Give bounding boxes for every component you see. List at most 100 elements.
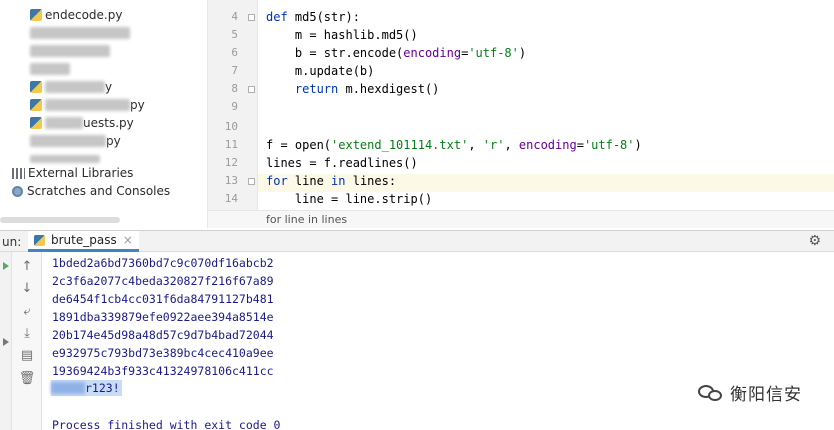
line-number: 5 [231, 28, 238, 41]
code-string: 'utf-8' [583, 138, 635, 152]
code-string: 'r' [482, 138, 505, 152]
tree-item-blurred-1[interactable] [30, 24, 130, 42]
arrow-up-icon[interactable]: ↑ [18, 258, 36, 276]
tree-item-endecode[interactable]: endecode.py [30, 6, 122, 24]
line-number: 13 [224, 174, 238, 187]
code-param: encoding [518, 138, 577, 152]
code-line-13[interactable]: for line in lines: [266, 172, 834, 190]
redacted-label [30, 155, 100, 163]
tree-item-label: uests.py [83, 116, 134, 130]
code-text: m.update(b) [266, 64, 375, 78]
tree-item-blurred-2[interactable] [30, 42, 110, 60]
tree-item-label: py [106, 134, 121, 148]
line-number: 10 [224, 120, 238, 133]
console-line: 1bded2a6bd7360bd7c9c070df16abcb2 [52, 256, 274, 270]
print-icon[interactable]: ▤ [18, 347, 36, 365]
code-line-6[interactable]: b = str.encode(encoding='utf-8') [266, 44, 834, 62]
soft-wrap-icon[interactable]: ⤶ [18, 303, 36, 321]
tree-item-label: py [130, 98, 145, 112]
code-text: , [504, 138, 519, 152]
exit-message: Process finished with exit code 0 [52, 418, 281, 430]
run-panel-label: un: [2, 235, 22, 249]
code-line-7[interactable]: m.update(b) [266, 62, 834, 80]
gear-icon[interactable]: ⚙ [808, 233, 821, 249]
library-icon [12, 167, 25, 179]
python-file-icon [30, 9, 42, 21]
tree-item-label: endecode.py [45, 8, 123, 22]
run-toolbar: ↑ ↓ ⤶ ⤓ ▤ 🗑 [12, 252, 42, 430]
password-suffix: r123! [85, 381, 120, 395]
code-string: 'extend_101114.txt' [331, 138, 469, 152]
line-number: 12 [224, 156, 238, 169]
tree-item-blurred-5[interactable]: py [30, 96, 145, 114]
console-line: 19369424b3f933c41324978106c411cc [52, 364, 274, 378]
line-number: 14 [224, 192, 238, 205]
code-text: = [576, 138, 584, 152]
code-param: encoding [403, 46, 462, 60]
fold-marker-icon[interactable] [248, 86, 255, 93]
code-line-14[interactable]: line = line.strip() [266, 190, 834, 208]
redacted-label [45, 99, 130, 111]
console-line: de6454f1cb4cc031f6da84791127b481 [52, 292, 274, 306]
python-run-icon [34, 234, 45, 246]
pin-icon[interactable] [3, 338, 9, 346]
tree-item-label: Scratches and Consoles [27, 184, 171, 198]
selected-password-line[interactable]: r123! [51, 380, 122, 396]
redacted-password-prefix [51, 382, 85, 394]
watermark-text: 衡阳信安 [730, 385, 802, 405]
watermark: 衡阳信安 [698, 380, 802, 405]
tree-horizontal-scrollbar[interactable] [0, 217, 120, 223]
fold-marker-icon[interactable] [248, 178, 255, 185]
code-line-4[interactable]: def md5(str): [266, 8, 834, 26]
python-file-icon [30, 81, 42, 93]
code-text: ) [634, 138, 642, 152]
code-text: b = str.encode( [266, 46, 404, 60]
code-text: line = line.strip() [266, 192, 433, 206]
run-tab-brute-pass[interactable]: brute_pass × [28, 231, 139, 252]
redacted-label [30, 63, 70, 75]
run-tab-label: brute_pass [51, 233, 117, 247]
console-line: 2c3f6a2077c4beda320827f216f67a89 [52, 274, 274, 288]
code-text: , [468, 138, 483, 152]
code-text: lines = f.readlines() [266, 156, 418, 170]
close-icon[interactable]: × [123, 233, 133, 247]
arrow-down-icon[interactable]: ↓ [18, 280, 36, 298]
redacted-label [45, 81, 105, 93]
redacted-label [30, 27, 130, 39]
code-keyword: return [266, 82, 339, 96]
fold-marker-icon[interactable] [248, 14, 255, 21]
project-tree: endecode.py y py uests.py py External Li… [0, 0, 207, 228]
code-line-12[interactable]: lines = f.readlines() [266, 154, 834, 172]
code-line-5[interactable]: m = hashlib.md5() [266, 26, 834, 44]
code-text: ) [518, 46, 527, 60]
scratches-icon [12, 185, 23, 197]
tree-item-label: y [105, 80, 113, 94]
code-line-11[interactable]: f = open('extend_101114.txt', 'r', encod… [266, 136, 834, 154]
line-number: 7 [231, 64, 238, 77]
run-panel-header: un: brute_pass × ⚙ [0, 230, 834, 252]
breadcrumb-label: for line in lines [266, 213, 348, 226]
editor-breadcrumb[interactable]: for line in lines [208, 210, 834, 228]
tree-item-scratches[interactable]: Scratches and Consoles [12, 182, 170, 200]
code-keyword: for [266, 174, 288, 188]
tree-item-blurred-7[interactable]: py [30, 132, 121, 150]
tree-item-blurred-4[interactable]: y [30, 78, 112, 96]
console-line: e932975c793bd73e389bc4cec410a9ee [52, 346, 274, 360]
python-file-icon [30, 99, 42, 111]
scroll-to-end-icon[interactable]: ⤓ [18, 325, 36, 343]
code-editor[interactable]: 4 5 6 7 8 9 10 11 12 13 14 def md5(str):… [207, 0, 834, 228]
code-keyword: in [331, 174, 346, 188]
wechat-icon [698, 384, 724, 402]
tree-item-blurred-3[interactable] [30, 60, 70, 78]
code-text: line [287, 174, 332, 188]
console-line: 1891dba339879efe0922aee394a8514e [52, 310, 274, 324]
rerun-icon[interactable] [3, 262, 9, 270]
tree-item-external-libraries[interactable]: External Libraries [12, 164, 133, 182]
trash-icon[interactable]: 🗑 [18, 370, 36, 388]
code-text: m.hexdigest() [338, 82, 440, 96]
code-text: m = hashlib.md5() [266, 28, 418, 42]
code-line-8[interactable]: return m.hexdigest() [266, 80, 834, 98]
line-number-gutter[interactable]: 4 5 6 7 8 9 10 11 12 13 14 [208, 0, 258, 210]
redacted-label [30, 135, 106, 147]
tree-item-blurred-6[interactable]: uests.py [30, 114, 134, 132]
